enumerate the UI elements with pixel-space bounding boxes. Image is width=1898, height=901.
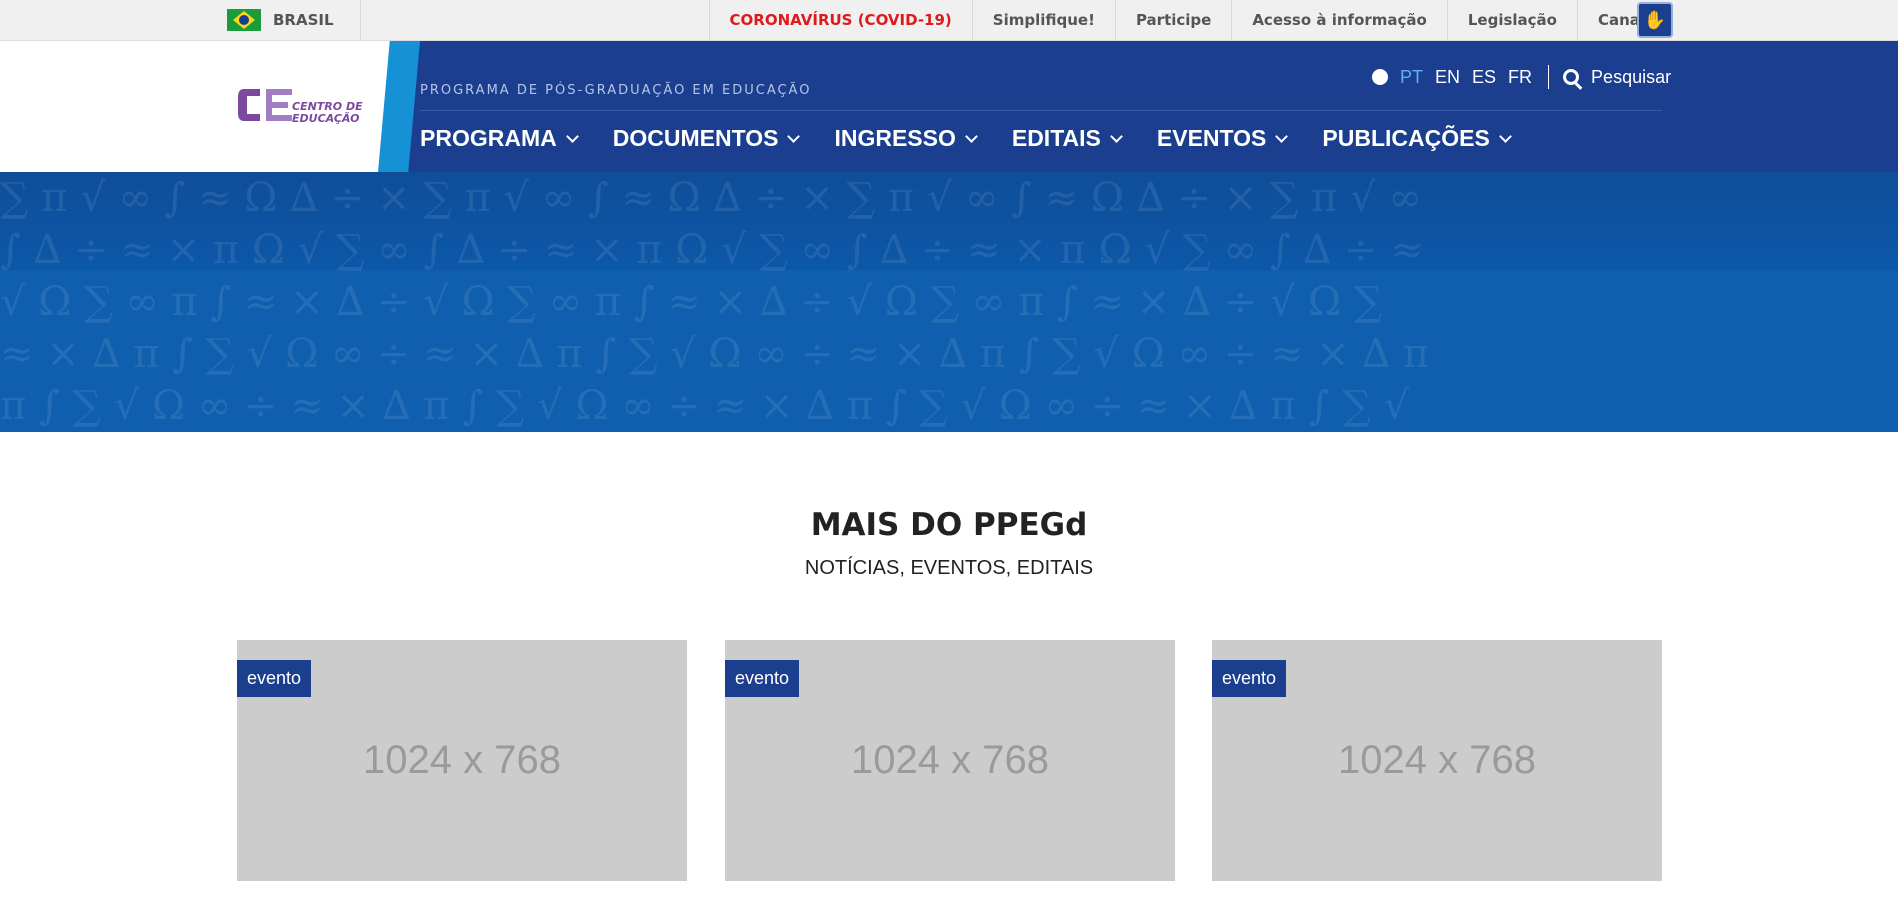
gov-link-participe[interactable]: Participe xyxy=(1114,0,1231,40)
program-title: PROGRAMA DE PÓS-GRADUAÇÃO EM EDUCAÇÃO xyxy=(420,83,812,98)
nav-documentos-label: DOCUMENTOS xyxy=(612,125,779,151)
card-tag: evento xyxy=(1212,660,1287,697)
image-placeholder: 1024 x 768 xyxy=(363,738,561,782)
event-card[interactable]: evento 1024 x 768 xyxy=(1212,640,1662,881)
gov-link-covid[interactable]: CORONAVÍRUS (COVID-19) xyxy=(708,0,972,40)
nav-eventos-label: EVENTOS xyxy=(1156,125,1267,151)
nav-publicacoes-label: PUBLICAÇÕES xyxy=(1322,125,1490,151)
language-fr[interactable]: FR xyxy=(1508,67,1532,88)
nav-eventos[interactable]: EVENTOS xyxy=(1156,125,1289,152)
brasil-label: BRASIL xyxy=(273,11,334,29)
chevron-down-icon xyxy=(1275,130,1289,143)
brazil-flag-icon xyxy=(227,9,261,31)
chevron-down-icon xyxy=(787,130,801,143)
math-pattern-background: ∑ π √ ∞ ∫ ≈ Ω ∆ ÷ × ∑ π √ ∞ ∫ ≈ Ω ∆ ÷ × … xyxy=(0,175,1430,429)
event-card[interactable]: evento 1024 x 768 xyxy=(237,640,687,881)
libras-accessibility-icon[interactable]: ✋ xyxy=(1637,2,1673,38)
nav-programa[interactable]: PROGRAMA xyxy=(420,125,579,152)
centro-educacao-logo-icon[interactable] xyxy=(236,85,294,125)
nav-editais[interactable]: EDITAIS xyxy=(1011,125,1123,152)
brasil-link[interactable]: BRASIL xyxy=(227,0,361,40)
language-en[interactable]: EN xyxy=(1435,67,1460,88)
nav-documentos[interactable]: DOCUMENTOS xyxy=(612,125,801,152)
nav-editais-label: EDITAIS xyxy=(1011,125,1101,151)
language-and-search: PT EN ES FR Pesquisar xyxy=(1372,65,1671,89)
nav-ingresso[interactable]: INGRESSO xyxy=(834,125,978,152)
card-tag: evento xyxy=(237,660,312,697)
image-placeholder: 1024 x 768 xyxy=(1338,738,1536,782)
search-icon[interactable] xyxy=(1563,69,1580,85)
chevron-down-icon xyxy=(565,130,579,143)
government-bar: BRASIL CORONAVÍRUS (COVID-19) Simplifiqu… xyxy=(0,0,1898,41)
logo-text: CENTRO DE EDUCAÇÃO xyxy=(292,101,363,125)
card-tag: evento xyxy=(725,660,800,697)
divider xyxy=(1548,65,1550,89)
language-pt[interactable]: PT xyxy=(1400,67,1423,88)
section-subtitle: NOTÍCIAS, EVENTOS, EDITAIS xyxy=(804,557,1094,579)
nav-programa-label: PROGRAMA xyxy=(420,125,557,151)
search-button[interactable]: Pesquisar xyxy=(1591,67,1671,88)
chevron-down-icon xyxy=(1498,130,1512,143)
chevron-down-icon xyxy=(964,130,978,143)
chevron-down-icon xyxy=(1110,130,1123,143)
globe-icon xyxy=(1372,69,1388,85)
gov-link-simplifique[interactable]: Simplifique! xyxy=(971,0,1115,40)
header-divider xyxy=(420,110,1662,111)
gov-link-acesso-informacao[interactable]: Acesso à informação xyxy=(1231,0,1447,40)
site-header: CENTRO DE EDUCAÇÃO PROGRAMA DE PÓS-GRADU… xyxy=(0,41,1898,172)
nav-publicacoes[interactable]: PUBLICAÇÕES xyxy=(1322,125,1512,152)
section-title: MAIS DO PPEGd xyxy=(810,507,1088,543)
event-card[interactable]: evento 1024 x 768 xyxy=(725,640,1175,881)
gov-link-legislacao[interactable]: Legislação xyxy=(1446,0,1577,40)
language-es[interactable]: ES xyxy=(1472,67,1496,88)
image-placeholder: 1024 x 768 xyxy=(851,738,1049,782)
gov-links: CORONAVÍRUS (COVID-19) Simplifique! Part… xyxy=(708,0,1674,40)
main-nav: PROGRAMA DOCUMENTOS INGRESSO EDITAIS EVE… xyxy=(420,125,1546,152)
nav-ingresso-label: INGRESSO xyxy=(834,125,956,151)
hero-banner: ∑ π √ ∞ ∫ ≈ Ω ∆ ÷ × ∑ π √ ∞ ∫ ≈ Ω ∆ ÷ × … xyxy=(0,172,1898,432)
logo-text-line-2: EDUCAÇÃO xyxy=(292,112,360,125)
